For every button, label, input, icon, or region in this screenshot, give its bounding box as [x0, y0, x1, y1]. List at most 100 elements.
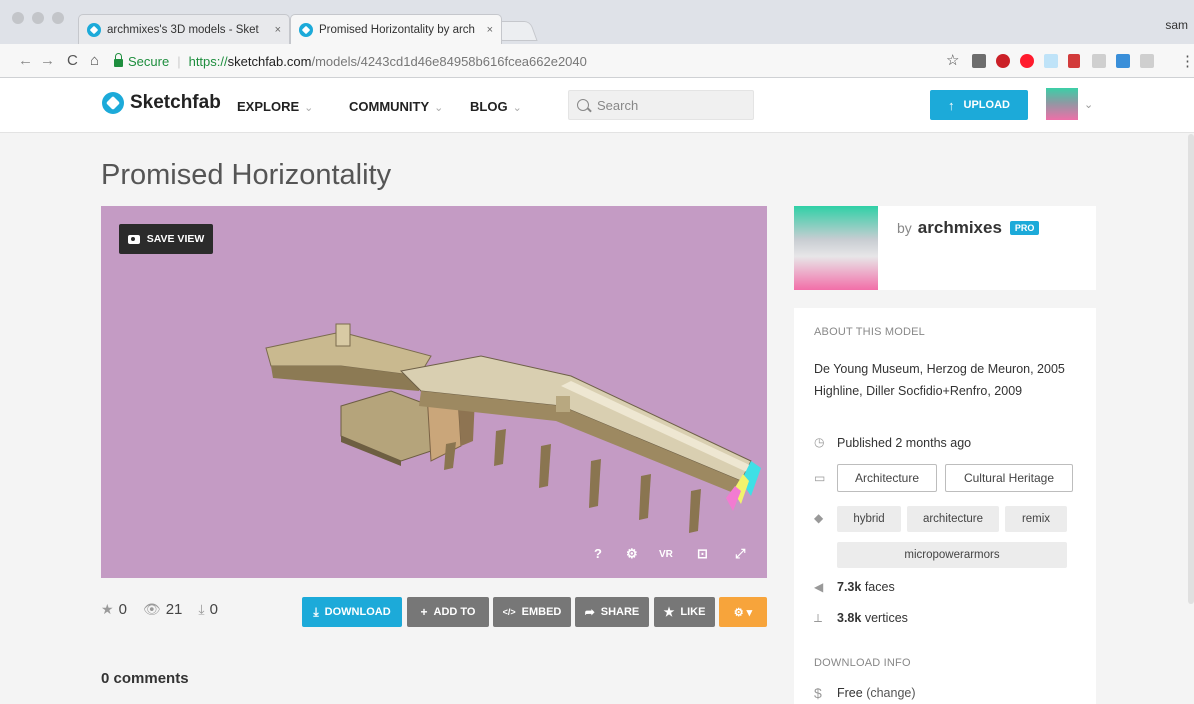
faces-icon: ◀ — [814, 580, 824, 594]
tag-chip[interactable]: micropowerarmors — [837, 542, 1067, 568]
download-icon: ⤓ — [313, 604, 319, 619]
search-icon — [577, 99, 589, 111]
nav-label: COMMUNITY — [349, 99, 430, 114]
browser-tab-model[interactable]: Promised Horizontality by arch × — [290, 14, 502, 44]
embed-button[interactable]: </> EMBED — [493, 597, 571, 627]
chevron-down-icon: ⌄ — [512, 102, 522, 114]
nav-community[interactable]: COMMUNITY ⌄ — [349, 99, 443, 114]
browser-menu-icon[interactable]: ⋮ — [1180, 52, 1194, 70]
downloads-value: 0 — [209, 601, 218, 618]
add-to-label: ADD TO — [433, 606, 476, 618]
category-icon: ▭ — [814, 471, 826, 485]
fullscreen-icon[interactable]: ⤢ — [735, 546, 745, 562]
tab-close-icon[interactable]: × — [487, 24, 493, 36]
forward-icon[interactable]: → — [40, 52, 55, 69]
page-scrollbar[interactable] — [1188, 134, 1194, 604]
page-title: Promised Horizontality — [101, 159, 392, 191]
price-info: Free (change) — [837, 686, 916, 700]
window-minimize-button[interactable] — [32, 12, 44, 24]
tab-close-icon[interactable]: × — [275, 24, 281, 36]
model-stats: ★ 0 👁 21 ⤓ 0 — [101, 601, 234, 618]
clock-icon: ◷ — [814, 435, 825, 449]
extension-bars-icon[interactable] — [1068, 54, 1080, 68]
chevron-down-icon: ⌄ — [304, 102, 314, 114]
sketchfab-logo-icon — [102, 92, 124, 114]
extension-t-icon[interactable] — [972, 54, 986, 68]
more-options-button[interactable]: ⚙ ▾ — [719, 597, 767, 627]
back-icon[interactable]: ← — [18, 52, 33, 69]
change-price-link[interactable]: (change) — [866, 686, 915, 700]
upload-button[interactable]: ↑ UPLOAD — [930, 90, 1028, 120]
faces-label: faces — [864, 580, 895, 594]
vertices-label: vertices — [864, 611, 908, 625]
url-protocol: https:// — [188, 53, 228, 69]
home-icon[interactable]: ⌂ — [90, 52, 99, 69]
code-icon: </> — [502, 607, 516, 617]
sketchfab-logo[interactable]: Sketchfab — [102, 92, 221, 114]
views-value: 21 — [165, 601, 183, 618]
url-field[interactable]: Secure | https://sketchfab.com/models/42… — [114, 49, 1114, 73]
search-input[interactable] — [597, 97, 747, 113]
help-icon[interactable]: ? — [594, 546, 602, 561]
model-viewer[interactable]: SAVE VIEW ? ⚙ VR ⊡ ⤢ — [101, 206, 767, 578]
sketchfab-favicon-icon — [87, 22, 101, 37]
pinterest-icon[interactable] — [996, 54, 1010, 68]
share-button[interactable]: ➦ SHARE — [575, 597, 649, 627]
nav-label: EXPLORE — [237, 99, 300, 114]
about-card: ABOUT THIS MODEL De Young Museum, Herzog… — [794, 308, 1096, 704]
window-close-button[interactable] — [12, 12, 24, 24]
camera-icon — [127, 234, 140, 244]
tag-chip[interactable]: hybrid — [837, 506, 901, 532]
price-value: Free — [837, 686, 863, 700]
window-zoom-button[interactable] — [52, 12, 64, 24]
pro-badge: PRO — [1009, 221, 1040, 235]
lock-icon — [114, 53, 123, 67]
bookmark-star-icon[interactable]: ☆ — [946, 51, 959, 69]
add-to-button[interactable]: + ADD TO — [407, 597, 489, 627]
description-line: Highline, Diller Socfidio+Renfro, 2009 — [814, 384, 1023, 398]
nav-blog[interactable]: BLOG ⌄ — [470, 99, 522, 114]
vertices-value: 3.8k — [837, 611, 862, 625]
search-box — [568, 90, 754, 120]
author-name-link[interactable]: archmixes — [918, 218, 1002, 238]
views-count: 👁 21 — [143, 601, 182, 618]
like-button[interactable]: ★ LIKE — [654, 597, 715, 627]
extension-blue-icon[interactable] — [1116, 54, 1130, 68]
reload-icon[interactable]: C — [67, 52, 78, 69]
extension-grey-icon[interactable] — [1092, 54, 1106, 68]
faces-count: 7.3k faces — [837, 580, 895, 594]
opera-icon[interactable] — [1020, 54, 1034, 68]
embed-label: EMBED — [521, 606, 562, 618]
tab-title: archmixes's 3D models - Sket — [107, 23, 259, 36]
download-button[interactable]: ⤓ DOWNLOAD — [302, 597, 402, 627]
faces-value: 7.3k — [837, 580, 862, 594]
category-chip-architecture[interactable]: Architecture — [837, 464, 937, 492]
share-label: SHARE — [600, 606, 640, 618]
vertices-icon: ⟂ — [814, 611, 823, 625]
browser-profile-name[interactable]: sam — [1165, 18, 1188, 32]
extension-doc-icon[interactable] — [1044, 54, 1058, 68]
upload-arrow-icon: ↑ — [948, 97, 955, 113]
vr-icon[interactable]: VR — [659, 549, 673, 560]
author-card: by archmixes PRO — [794, 206, 1096, 290]
chevron-down-icon[interactable]: ⌄ — [1084, 98, 1093, 111]
user-avatar[interactable] — [1046, 88, 1078, 120]
category-chip-cultural-heritage[interactable]: Cultural Heritage — [945, 464, 1073, 492]
embed-view-icon[interactable]: ⊡ — [697, 546, 708, 562]
tag-chip[interactable]: architecture — [907, 506, 999, 532]
sketchfab-favicon-icon — [299, 22, 313, 37]
save-view-button[interactable]: SAVE VIEW — [119, 224, 213, 254]
tag-chip[interactable]: remix — [1005, 506, 1067, 532]
browser-tab-profile[interactable]: archmixes's 3D models - Sket × — [78, 14, 290, 44]
camera-extension-icon[interactable] — [1140, 54, 1154, 68]
download-label: DOWNLOAD — [324, 606, 391, 618]
tab-title: Promised Horizontality by arch — [319, 23, 475, 36]
browser-address-bar: ← → C ⌂ Secure | https://sketchfab.com/m… — [0, 44, 1194, 78]
nav-explore[interactable]: EXPLORE ⌄ — [237, 99, 313, 114]
description-line: De Young Museum, Herzog de Meuron, 2005 — [814, 362, 1065, 376]
nav-label: BLOG — [470, 99, 508, 114]
likes-count: ★ 0 — [101, 601, 127, 618]
url-host: sketchfab.com — [227, 53, 312, 69]
settings-icon[interactable]: ⚙ — [626, 546, 638, 562]
author-thumbnail[interactable] — [794, 206, 878, 290]
